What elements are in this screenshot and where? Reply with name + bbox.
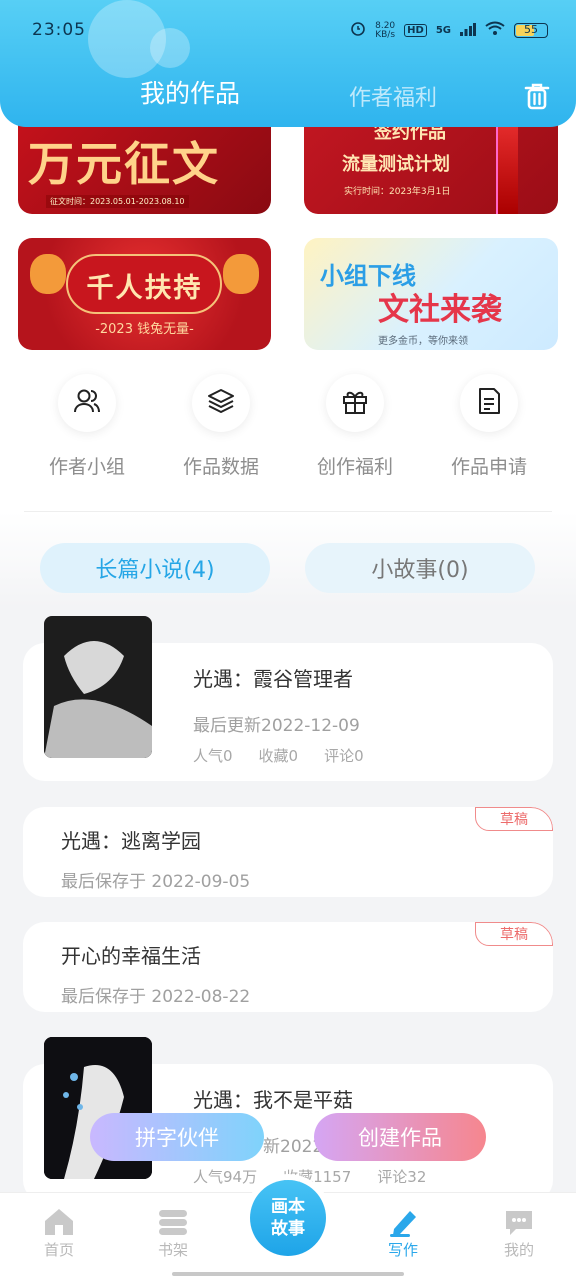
wifi-icon [485,21,505,41]
nav-write[interactable]: 写作 [368,1207,438,1260]
menu-label: 作品数据 [182,456,259,478]
tab-my-works[interactable]: 我的作品 [140,74,240,110]
status-bar: 23:05 8.20 KB/s HD 5G 55 [32,18,548,44]
banner-line-2: 流量测试计划 [342,154,450,175]
work-title: 光遇：霞谷管理者 [193,667,353,691]
bookshelf-icon [156,1207,190,1237]
draft-badge: 草稿 [475,807,553,831]
menu-creation-benefits[interactable]: 创作福利 [300,374,410,479]
banner-title: 千人扶持 [86,273,203,304]
nav-mine[interactable]: 我的 [484,1207,554,1260]
tab-author-benefits[interactable]: 作者福利 [349,80,437,112]
banner-subtitle: -2023 钱兔无量- [95,322,194,337]
tab-short-stories[interactable]: 小故事(0) [305,543,535,593]
menu-author-group[interactable]: 作者小组 [32,374,142,479]
top-header: 23:05 8.20 KB/s HD 5G 55 我的作品 作者福利 [0,0,576,127]
work-card-draft[interactable]: 草稿 开心的幸福生活 最后保存于 2022-08-22 [23,922,553,1012]
banner-support[interactable]: 千人扶持 -2023 钱兔无量- [18,238,271,350]
signal-label: 5G [435,25,451,36]
work-title: 光遇：逃离学园 [61,829,201,853]
work-popularity: 人气0 [193,747,233,765]
tab-long-novels[interactable]: 长篇小说(4) [40,543,270,593]
banner-date: 征文时间：2023.05.01-2023.08.10 [46,195,189,208]
nav-label: 首页 [43,1241,74,1259]
menu-label: 创作福利 [316,456,393,478]
work-comments: 评论32 [377,1168,427,1186]
net-speed-unit: KB/s [375,29,396,40]
banner-line-2: 文社来袭 [378,292,502,328]
picture-story-button[interactable]: 画本 故事 [250,1180,326,1256]
banner-title: 万元征文 [28,137,220,191]
document-icon [476,387,502,419]
chat-bubble-icon [502,1207,536,1237]
nav-home[interactable]: 首页 [24,1207,94,1260]
draft-badge: 草稿 [475,922,553,946]
menu-label: 作者小组 [48,456,125,478]
work-updated: 最后更新2022-12-09 [193,716,360,736]
nav-shelf[interactable]: 书架 [138,1207,208,1260]
work-popularity: 人气94万 [193,1168,258,1186]
work-favorites: 收藏0 [258,747,299,765]
battery-icon: 55 [514,23,548,38]
work-title: 光遇：我不是平菇 [193,1088,353,1112]
banner-literary-club[interactable]: 小组下线 文社来袭 更多金币，等你来领 [304,238,558,350]
home-indicator[interactable] [172,1272,404,1276]
center-label-2: 故事 [271,1219,305,1239]
nav-label: 写作 [387,1241,418,1259]
work-saved: 最后保存于 2022-09-05 [61,872,251,892]
group-icon [73,388,101,418]
trash-icon[interactable] [524,82,550,110]
work-title: 开心的幸福生活 [61,944,201,968]
hd-icon: HD [404,24,427,37]
banner-line-3: 实行时间：2023年3月1日 [344,187,451,197]
banner-line-3: 更多金币，等你来领 [378,336,468,347]
menu-label: 作品申请 [450,456,527,478]
nav-label: 我的 [503,1241,534,1259]
center-label-1: 画本 [271,1197,305,1217]
writing-partner-button[interactable]: 拼字伙伴 [90,1113,264,1161]
signal-icon [460,21,476,41]
work-card-draft[interactable]: 草稿 光遇：逃离学园 最后保存于 2022-09-05 [23,807,553,897]
gift-icon [341,388,369,418]
quick-menu: 作者小组 作品数据 创作福利 作品申请 [0,374,576,494]
home-icon [42,1207,76,1237]
create-work-button[interactable]: 创建作品 [314,1113,486,1161]
work-comments: 评论0 [324,747,364,765]
work-cover-image[interactable] [44,616,152,758]
battery-level: 55 [524,23,538,36]
net-speed: 8.20 KB/s [375,21,396,40]
menu-work-application[interactable]: 作品申请 [434,374,544,479]
pen-icon [386,1207,420,1237]
menu-work-data[interactable]: 作品数据 [166,374,276,479]
alarm-icon [350,20,366,41]
work-saved: 最后保存于 2022-08-22 [61,987,251,1007]
nav-label: 书架 [157,1241,188,1259]
layers-icon [207,388,235,418]
status-time: 23:05 [32,20,86,40]
